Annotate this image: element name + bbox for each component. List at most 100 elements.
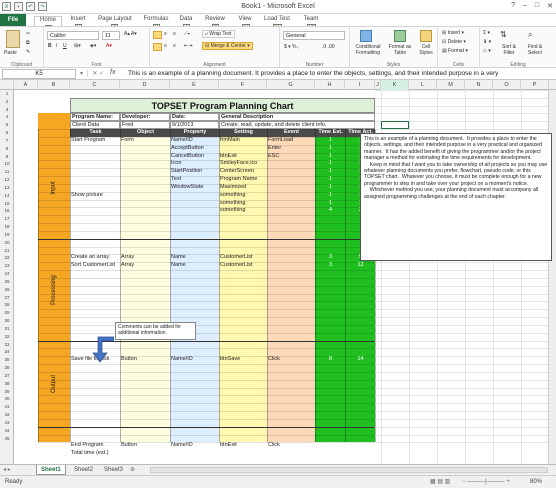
cell-obj[interactable]: Button (120, 442, 170, 450)
column-header[interactable]: I (345, 80, 375, 90)
cell-time-est[interactable]: 8 (315, 356, 345, 364)
cell-set[interactable]: CenterScreen (219, 168, 267, 176)
cell-time-est[interactable]: 1 (315, 200, 345, 208)
format-table-button[interactable]: Format as Table (387, 44, 413, 56)
help-icon[interactable]: ? (511, 2, 515, 10)
cell-evt[interactable]: ESC (267, 153, 315, 161)
number-format-select[interactable]: General (283, 31, 345, 40)
cell-time-est[interactable]: 1 (315, 160, 345, 168)
cut-icon[interactable]: ✂ (26, 31, 30, 37)
row-header[interactable]: 4 (0, 113, 14, 121)
row-header[interactable]: 1 (0, 90, 14, 98)
autosum-icon[interactable]: Σ ▾ (483, 30, 490, 36)
cell-time-est[interactable]: 2 (315, 442, 345, 450)
row-header[interactable]: 26 (0, 286, 14, 294)
cell-evt[interactable]: Enter (267, 145, 315, 153)
align-center-icon[interactable]: ≡ (164, 43, 167, 49)
cell-styles-button[interactable]: Cell Styles (416, 44, 436, 56)
cell-set[interactable]: something (219, 200, 267, 208)
insert-cells-button[interactable]: ⊞ Insert ▾ (442, 30, 464, 36)
conditional-formatting-icon[interactable] (360, 30, 372, 42)
view-buttons[interactable]: ▦ ▤ ▥ (430, 476, 450, 489)
worksheet-grid[interactable]: ABCDEFGHIJKLMNOPQR 123456789101112131415… (0, 80, 556, 464)
cell-prop[interactable]: Name (170, 254, 219, 262)
row-header[interactable]: 25 (0, 278, 14, 286)
tab-formulas[interactable]: FormulasM (141, 16, 171, 30)
cell-set[interactable]: Maximized (219, 184, 267, 192)
align-right-icon[interactable]: ≡ (173, 43, 176, 49)
cell-prop[interactable]: Name/ID (170, 356, 219, 364)
column-header[interactable]: L (409, 80, 437, 90)
row-header[interactable]: 9 (0, 153, 14, 161)
row-header[interactable]: 11 (0, 168, 14, 176)
italic-icon[interactable]: I (56, 43, 57, 49)
find-select-icon[interactable]: ⌕ (528, 30, 532, 40)
column-header[interactable]: E (170, 80, 219, 90)
find-select-button[interactable]: Find & Select (522, 44, 548, 56)
fill-icon[interactable]: ⬇ ▾ (483, 39, 491, 45)
info-value[interactable]: Fred (120, 121, 170, 130)
cell-prop[interactable]: Text (170, 176, 219, 184)
sheet-scroll-buttons[interactable]: ◂ ▸ (3, 465, 11, 475)
zoom-level[interactable]: 80% (530, 476, 542, 489)
cell-styles-icon[interactable] (420, 30, 432, 42)
tab-view[interactable]: ViewW (235, 16, 255, 30)
cell-time-est[interactable]: 4 (315, 207, 345, 215)
cell-set[interactable]: btnExit (219, 153, 267, 161)
cell-prop[interactable]: Name/ID (170, 137, 219, 145)
column-header[interactable]: G (267, 80, 315, 90)
sheet-tab-sheet2[interactable]: Sheet2 (70, 465, 97, 475)
tab-review[interactable]: ReviewR (202, 16, 228, 30)
cell-time-est[interactable]: 1 (315, 184, 345, 192)
row-header[interactable]: 24 (0, 270, 14, 278)
font-size-select[interactable]: 11 (102, 31, 120, 40)
column-header[interactable]: P (521, 80, 549, 90)
paste-icon[interactable] (6, 30, 20, 48)
row-header[interactable]: 6 (0, 129, 14, 137)
cell-obj[interactable]: Button (120, 356, 170, 364)
cell-task[interactable]: Total time (est.) (70, 450, 120, 458)
font-color-icon[interactable]: A▾ (106, 43, 112, 49)
cell-time-est[interactable]: 1 (315, 137, 345, 145)
conditional-formatting-button[interactable]: Conditional Formatting (352, 44, 384, 56)
tab-team[interactable]: TeamY2 (300, 16, 322, 30)
formula-input[interactable]: This is an example of a planning documen… (128, 69, 548, 79)
tab-file[interactable]: File (0, 14, 26, 26)
tab-insert[interactable]: InsertN (66, 16, 90, 30)
fill-color-icon[interactable]: ◈▾ (90, 43, 96, 49)
align-middle-icon[interactable]: ≡ (164, 31, 167, 37)
format-cells-button[interactable]: ▤ Format ▾ (442, 48, 468, 54)
row-header[interactable]: 37 (0, 372, 14, 380)
new-sheet-icon[interactable]: ⊕ (130, 465, 135, 475)
cell-obj[interactable]: Array (120, 262, 170, 270)
row-header[interactable]: 38 (0, 380, 14, 388)
cell-time-act[interactable]: 12 (345, 262, 375, 270)
orientation-icon[interactable]: ⟋▾ (184, 31, 190, 37)
select-all-corner[interactable] (0, 80, 14, 90)
column-header[interactable]: H (315, 80, 345, 90)
row-header[interactable]: 18 (0, 223, 14, 231)
column-header[interactable]: C (70, 80, 120, 90)
cell-prop[interactable]: StartPosition (170, 168, 219, 176)
column-header[interactable]: A (14, 80, 38, 90)
cell-evt[interactable]: Click (267, 442, 315, 450)
row-header[interactable]: 23 (0, 262, 14, 270)
row-header[interactable]: 14 (0, 192, 14, 200)
sort-filter-icon[interactable]: ⇅ (500, 30, 507, 39)
row-header[interactable]: 35 (0, 356, 14, 364)
cell-evt[interactable]: FormLoad (267, 137, 315, 145)
cell-task[interactable]: Start Program (70, 137, 120, 145)
comment-callout[interactable]: Comments can be added for additional inf… (115, 322, 196, 340)
row-header[interactable]: 34 (0, 348, 14, 356)
cell-obj[interactable]: Array (120, 254, 170, 262)
row-header[interactable]: 21 (0, 247, 14, 255)
cell-task[interactable]: Create an array (70, 254, 120, 262)
cell-time-est[interactable]: 3 (315, 262, 345, 270)
row-header[interactable]: 32 (0, 333, 14, 341)
cell-time-est[interactable]: 3 (315, 254, 345, 262)
cell-time-est[interactable]: 30 (315, 450, 345, 458)
cell-time-est[interactable]: 1 (315, 168, 345, 176)
cell-set[interactable]: SmileyFace.ico (219, 160, 267, 168)
cell-set[interactable]: CustomerList (219, 254, 267, 262)
row-header[interactable]: 27 (0, 294, 14, 302)
